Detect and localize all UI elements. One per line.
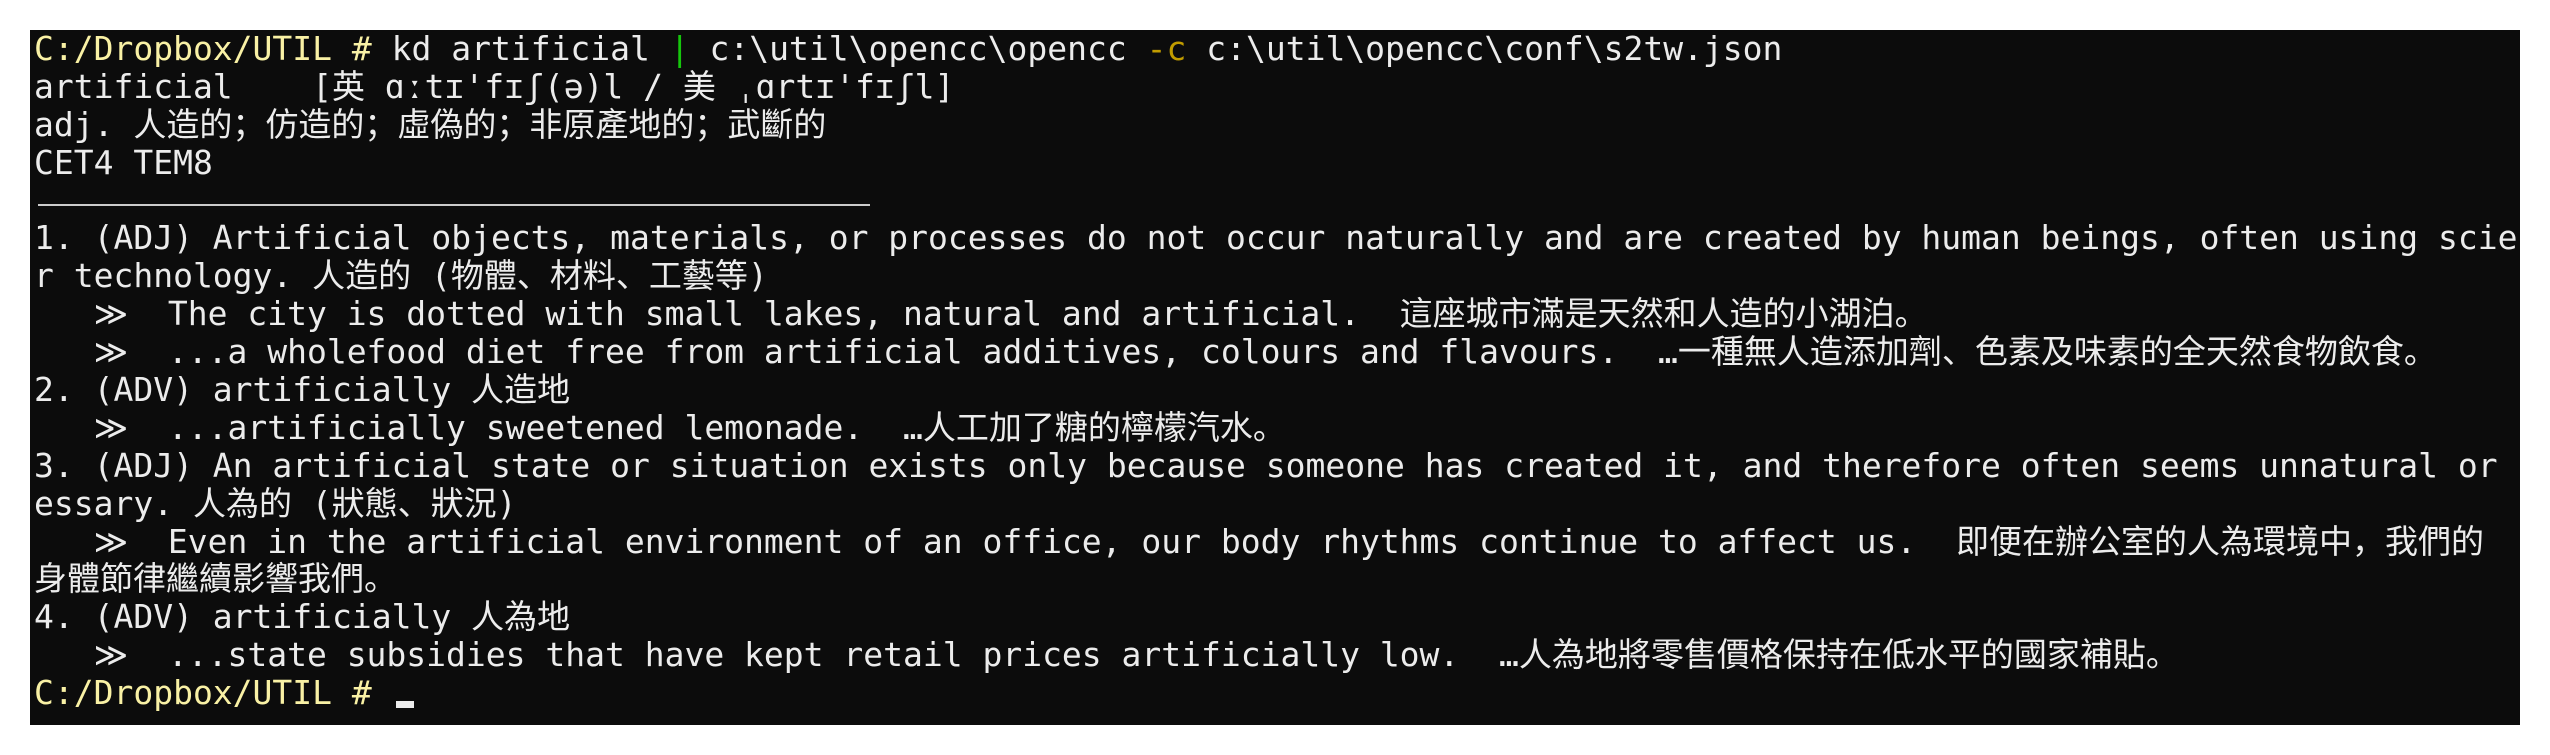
input-line[interactable]: C:/Dropbox/UTIL # [34,674,2516,712]
prompt: C:/Dropbox/UTIL # [34,30,392,68]
example-line: ≫ The city is dotted with small lakes, n… [34,295,1928,334]
output-line: CET4 TEM8 [34,143,213,182]
pipe-operator: | [669,30,690,68]
command-line: C:/Dropbox/UTIL # kd artificial | c:\uti… [34,30,2516,68]
output-line: artificial [英 ɑːtɪ'fɪʃ(ə)l / 美 ˌɑrtɪ'fɪʃ… [34,67,955,106]
output-line: adj. 人造的；仿造的；虛偽的；非原產地的；武斷的 [34,105,827,144]
definition-line: 2. (ADV) artificially 人造地 [34,371,571,409]
command-text: c:\util\opencc\conf\s2tw.json [1186,30,1783,68]
definition-line: 1. (ADJ) Artificial objects, materials, … [34,219,2516,258]
definition-line: 4. (ADV) artificially 人為地 [34,598,571,637]
definition-line: essary. 人為的 (狀態、狀況) [34,484,517,523]
command-flag: -c [1146,30,1187,68]
prompt: C:/Dropbox/UTIL # [34,674,392,713]
command-text: c:\util\opencc\opencc [689,30,1147,68]
separator-rule [38,203,870,206]
separator [34,182,2516,220]
definition-line: r technology. 人造的 (物體、材料、工藝等) [34,257,768,296]
example-line: ≫ ...artificially sweetened lemonade. …人… [34,408,1286,447]
text-cursor[interactable] [395,701,414,709]
example-line: ≫ Even in the artificial environment of … [34,522,2484,561]
example-line: ≫ ...a wholefood diet free from artifici… [34,333,2437,372]
command-text: kd artificial [391,30,670,68]
definition-line: 3. (ADJ) An artificial state or situatio… [34,446,2516,485]
terminal-window[interactable]: C:/Dropbox/UTIL # kd artificial | c:\uti… [30,30,2520,725]
example-line: ≫ ...state subsidies that have kept reta… [34,636,2179,675]
example-line: 身體節律繼續影響我們。 [34,560,397,599]
